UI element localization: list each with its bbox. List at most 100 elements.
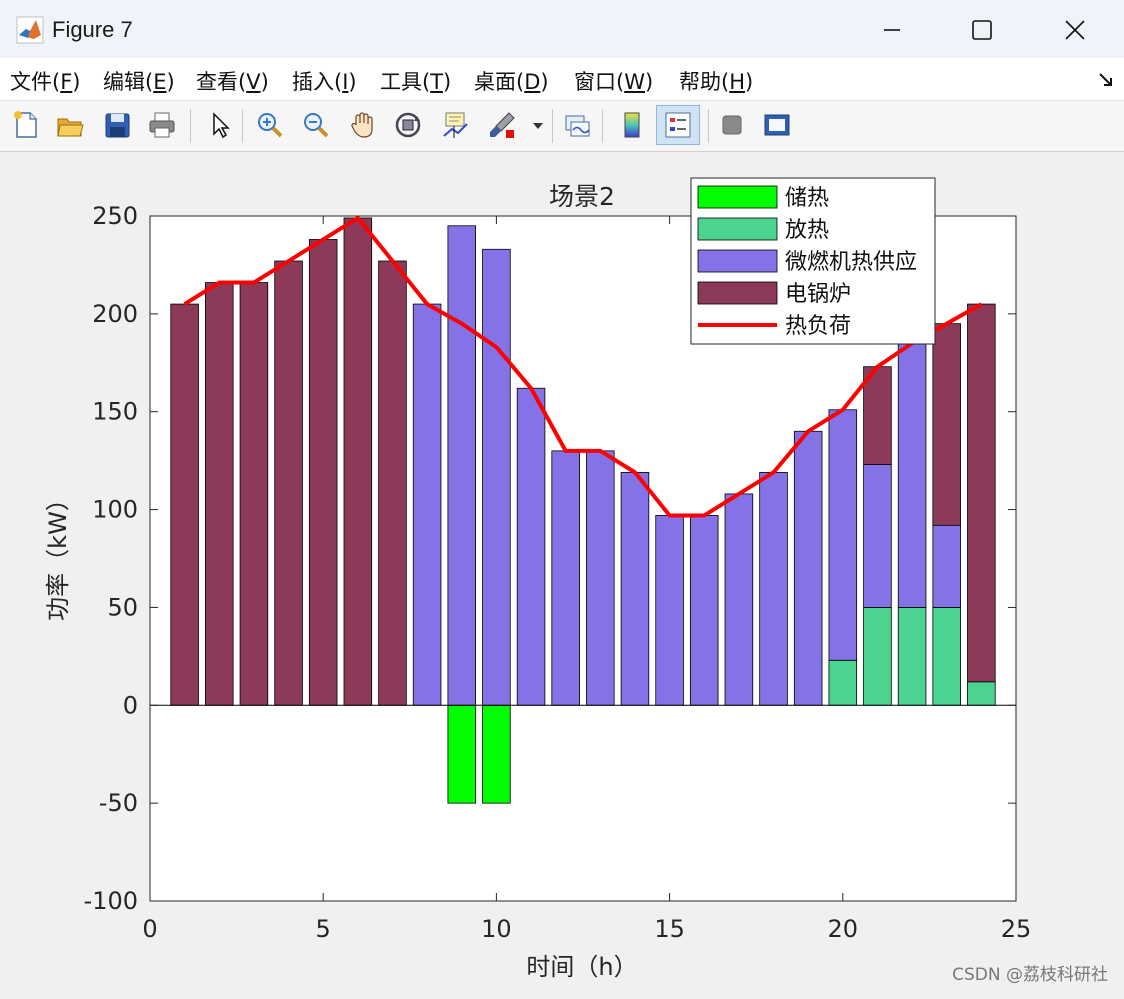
window-title: Figure 7	[52, 17, 133, 42]
menu-desktop[interactable]: 桌面(D)	[474, 66, 549, 96]
bar-segment	[828, 409, 858, 661]
dock-arrow-icon[interactable]	[1098, 72, 1114, 88]
legend-label: 热负荷	[785, 314, 851, 339]
toolbar-separator	[552, 109, 553, 143]
colorbar-icon[interactable]	[614, 107, 650, 143]
menu-bar: 文件(F) 编辑(E) 查看(V) 插入(I) 工具(T) 桌面(D) 窗口(W…	[0, 58, 1124, 101]
close-icon	[1065, 20, 1085, 40]
bar-segment	[897, 327, 927, 608]
maximize-button[interactable]	[952, 8, 1012, 52]
bar-segment	[759, 471, 788, 706]
y-tick-label: -100	[84, 887, 138, 915]
bar-segment	[793, 430, 823, 706]
open-file-icon[interactable]	[52, 107, 88, 143]
x-tick-label: 10	[481, 915, 512, 943]
bar-segment	[274, 260, 303, 706]
chart[interactable]: 0 5 10 15 20 25 -100 -50 0 50 100 150 200 250 场景2 时间（…	[0, 152, 1124, 995]
legend-label: 放热	[785, 218, 829, 243]
y-tick-label: 150	[92, 398, 138, 426]
bar-segment	[655, 515, 684, 706]
menu-file[interactable]: 文件(F)	[10, 66, 81, 96]
bar-segment	[863, 607, 892, 706]
show-plot-tools-icon[interactable]	[759, 107, 795, 143]
pan-hand-icon[interactable]	[345, 107, 381, 143]
menu-tools[interactable]: 工具(T)	[380, 66, 451, 96]
bar-segment	[967, 303, 996, 683]
bar-segment	[967, 681, 996, 706]
x-axis-label: 时间（h）	[526, 953, 637, 981]
chevron-down-icon[interactable]	[532, 121, 544, 131]
bar-segment	[932, 323, 961, 526]
data-cursor-icon[interactable]	[437, 107, 473, 143]
bar-segment	[551, 450, 580, 706]
zoom-out-icon[interactable]	[298, 107, 334, 143]
title-bar: Figure 7	[0, 0, 1124, 59]
legend-label: 电锅炉	[785, 282, 851, 307]
bar-segment	[724, 493, 754, 706]
menu-edit[interactable]: 编辑(E)	[103, 66, 175, 96]
watermark: CSDN @荔枝科研社	[952, 965, 1108, 985]
bar-segment	[482, 248, 511, 706]
maximize-icon	[972, 20, 992, 40]
y-tick-label: 0	[123, 691, 138, 719]
close-button[interactable]	[1045, 8, 1105, 52]
bar-segment	[828, 659, 858, 706]
menu-help[interactable]: 帮助(H)	[679, 66, 753, 96]
toolbar-separator	[242, 109, 243, 143]
legend-swatch	[697, 281, 778, 305]
zoom-in-icon[interactable]	[252, 107, 288, 143]
legend-label: 微燃机热供应	[785, 250, 917, 275]
toolbar-separator	[602, 109, 603, 143]
x-tick-label: 25	[1001, 915, 1032, 943]
bar-segment	[897, 607, 927, 706]
legend-swatch	[697, 217, 778, 241]
save-icon[interactable]	[99, 107, 135, 143]
link-plot-icon[interactable]	[559, 107, 595, 143]
rotate-3d-icon[interactable]	[390, 107, 426, 143]
menu-window[interactable]: 窗口(W)	[574, 66, 653, 96]
y-axis-label: 功率（kW）	[44, 487, 72, 621]
bar-segment	[343, 217, 373, 706]
matlab-logo-icon	[16, 16, 44, 44]
hide-plot-tools-icon[interactable]	[714, 107, 750, 143]
minimize-button[interactable]	[862, 8, 922, 52]
y-tick-label: 200	[92, 300, 138, 328]
bar-segment	[412, 303, 442, 706]
print-icon[interactable]	[144, 107, 180, 143]
toolbar	[0, 101, 1124, 152]
y-tick-label: 50	[107, 593, 138, 621]
pointer-icon[interactable]	[201, 107, 237, 143]
bar-segment	[932, 524, 961, 608]
y-tick-label: 250	[92, 202, 138, 230]
bar-segment	[447, 225, 477, 706]
legend-swatch	[697, 249, 778, 273]
new-figure-icon[interactable]	[8, 107, 44, 143]
toolbar-separator	[708, 109, 709, 143]
bar-segment	[482, 704, 511, 804]
figure-area: 0 5 10 15 20 25 -100 -50 0 50 100 150 200 250 场景2 时间（…	[0, 152, 1124, 995]
y-tick-label: -50	[99, 789, 138, 817]
legend-swatch	[697, 185, 778, 209]
legend-label: 储热	[785, 186, 829, 211]
menu-view[interactable]: 查看(V)	[196, 66, 269, 96]
toolbar-separator	[190, 109, 191, 143]
bar-segment	[308, 239, 338, 706]
chart-title: 场景2	[549, 182, 615, 211]
x-tick-label: 0	[142, 915, 157, 943]
bar-segment	[620, 471, 650, 706]
minimize-icon	[884, 29, 900, 31]
bar-segment	[447, 704, 477, 804]
legend[interactable]: 储热放热微燃机热供应电锅炉热负荷	[690, 177, 936, 345]
bar-segment	[932, 607, 961, 706]
bar-segment	[863, 464, 892, 608]
menu-insert[interactable]: 插入(I)	[292, 66, 357, 96]
bar-segment	[170, 303, 199, 706]
bar-segment	[586, 450, 615, 706]
y-tick-label: 100	[92, 496, 138, 524]
bar-segment	[239, 282, 269, 706]
bar-segment	[689, 515, 719, 706]
x-tick-label: 15	[654, 915, 685, 943]
bar-segment	[516, 387, 546, 706]
legend-icon[interactable]	[656, 105, 700, 145]
brush-icon[interactable]	[484, 107, 520, 143]
